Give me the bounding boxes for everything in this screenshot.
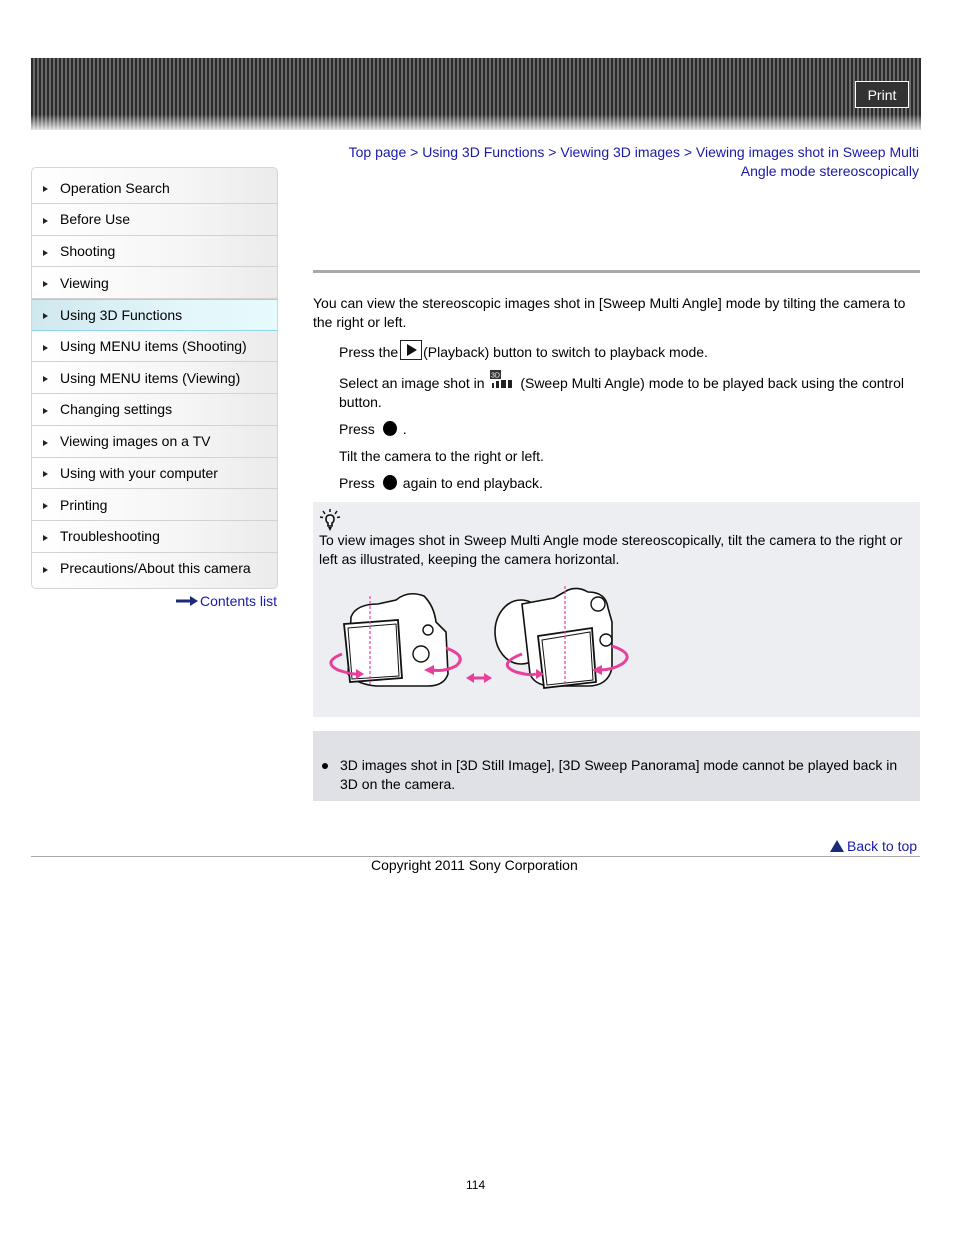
breadcrumb-current-page[interactable]: Viewing images shot in Sweep Multi Angle… (696, 144, 919, 179)
hint-box: To view images shot in Sweep Multi Angle… (313, 502, 920, 717)
sidebar-item-before-use[interactable]: Before Use (32, 204, 277, 236)
sidebar-item-troubleshooting[interactable]: Troubleshooting (32, 521, 277, 553)
breadcrumb-separator: > (406, 144, 423, 160)
intro-paragraph: You can view the stereoscopic images sho… (313, 295, 906, 330)
note-box: 3D images shot in [3D Still Image], [3D … (313, 731, 920, 801)
triangle-right-icon (43, 344, 48, 351)
triangle-right-icon (43, 439, 48, 446)
sidebar-item-shooting[interactable]: Shooting (32, 236, 277, 268)
sweep-multi-angle-icon: 3D (490, 370, 513, 388)
triangle-right-icon (43, 407, 48, 414)
back-to-top-link[interactable]: Back to top (830, 838, 917, 854)
hint-text: To view images shot in Sweep Multi Angle… (319, 532, 903, 567)
triangle-right-icon (43, 186, 48, 192)
breadcrumb-top-page[interactable]: Top page (349, 144, 407, 160)
contents-list-label: Contents list (200, 593, 278, 609)
breadcrumb-viewing-3d-images[interactable]: Viewing 3D images (560, 144, 680, 160)
step-text: . (402, 421, 407, 437)
sidebar-item-label: Troubleshooting (60, 528, 160, 545)
sidebar-item-printing[interactable]: Printing (32, 489, 277, 521)
sidebar-item-label: Using MENU items (Viewing) (60, 369, 241, 386)
step-text: Select an image shot in (339, 375, 485, 391)
triangle-right-icon (43, 249, 48, 256)
triangle-right-icon (43, 281, 48, 288)
sidebar-item-label: Viewing images on a TV (60, 433, 211, 450)
print-button[interactable]: Print (855, 81, 909, 108)
step-text: Press (339, 421, 375, 437)
sidebar-item-menu-shooting[interactable]: Using MENU items (Shooting) (32, 331, 277, 363)
step-text: Press (339, 475, 375, 491)
playback-icon (400, 340, 423, 360)
triangle-right-icon (43, 534, 48, 541)
sidebar-item-label: Viewing (60, 274, 109, 291)
bullet-icon (322, 763, 328, 769)
sidebar-item-viewing-on-tv[interactable]: Viewing images on a TV (32, 426, 277, 458)
triangle-right-icon (43, 566, 48, 573)
sidebar-item-label: Using with your computer (60, 464, 218, 481)
sidebar-item-viewing[interactable]: Viewing (32, 267, 277, 300)
step-text: Press the (339, 344, 399, 360)
step-text: (Playback) button to switch to playback … (423, 344, 708, 360)
triangle-up-icon (830, 840, 844, 852)
step-5: Press again to end playback. (339, 474, 919, 493)
sidebar-item-using-3d-functions[interactable]: Using 3D Functions (32, 299, 277, 331)
step-4: Tilt the camera to the right or left. (339, 447, 919, 466)
breadcrumb-separator: > (679, 144, 696, 160)
title-divider (313, 270, 920, 273)
camera-tilt-illustration (329, 586, 629, 689)
sidebar-item-label: Changing settings (60, 401, 173, 418)
step-text: Tilt the camera to the right or left. (339, 448, 544, 464)
triangle-right-icon (43, 313, 48, 320)
step-text: again to end playback. (402, 475, 543, 491)
sidebar-item-changing-settings[interactable]: Changing settings (32, 394, 277, 426)
sidebar-item-label: Using MENU items (Shooting) (60, 338, 247, 355)
step-2: Select an image shot in 3D (Sweep Multi … (339, 370, 919, 412)
sidebar-item-label: Printing (60, 496, 108, 513)
note-item: 3D images shot in [3D Still Image], [3D … (322, 756, 912, 794)
sidebar-item-menu-viewing[interactable]: Using MENU items (Viewing) (32, 362, 277, 395)
copyright-text: Copyright 2011 Sony Corporation (371, 857, 578, 873)
arrow-right-icon (176, 596, 198, 606)
sidebar-item-precautions[interactable]: Precautions/About this camera (32, 553, 277, 585)
lightbulb-icon (319, 509, 341, 531)
step-1: Press the (Playback) button to switch to … (339, 340, 919, 362)
triangle-right-icon (43, 471, 48, 478)
sidebar-item-label: Precautions/About this camera (60, 560, 251, 577)
breadcrumb: Top page > Using 3D Functions > Viewing … (320, 143, 919, 181)
control-center-dot-icon (382, 421, 397, 436)
sidebar-item-label: Operation Search (60, 179, 170, 196)
sidebar-item-label: Before Use (60, 211, 131, 228)
steps-list: Press the (Playback) button to switch to … (339, 340, 919, 501)
sidebar-item-label: Shooting (60, 243, 116, 260)
breadcrumb-using-3d-functions[interactable]: Using 3D Functions (422, 144, 544, 160)
back-to-top-label: Back to top (847, 838, 918, 854)
svg-text:3D: 3D (491, 373, 500, 380)
step-3: Press. (339, 420, 919, 439)
header-banner (31, 58, 921, 130)
triangle-right-icon (43, 217, 48, 224)
sidebar-nav: Operation Search Before Use Shooting Vie… (31, 167, 278, 589)
page-number: 114 (466, 1178, 486, 1192)
triangle-right-icon (43, 503, 48, 510)
triangle-right-icon (43, 376, 48, 383)
contents-list-link[interactable]: Contents list (176, 593, 277, 609)
sidebar-item-operation-search[interactable]: Operation Search (32, 168, 277, 204)
breadcrumb-separator: > (544, 144, 561, 160)
control-center-dot-icon (382, 475, 397, 490)
sidebar-item-label: Using 3D Functions (60, 306, 183, 323)
note-text: 3D images shot in [3D Still Image], [3D … (340, 757, 898, 792)
sidebar-item-computer[interactable]: Using with your computer (32, 458, 277, 490)
